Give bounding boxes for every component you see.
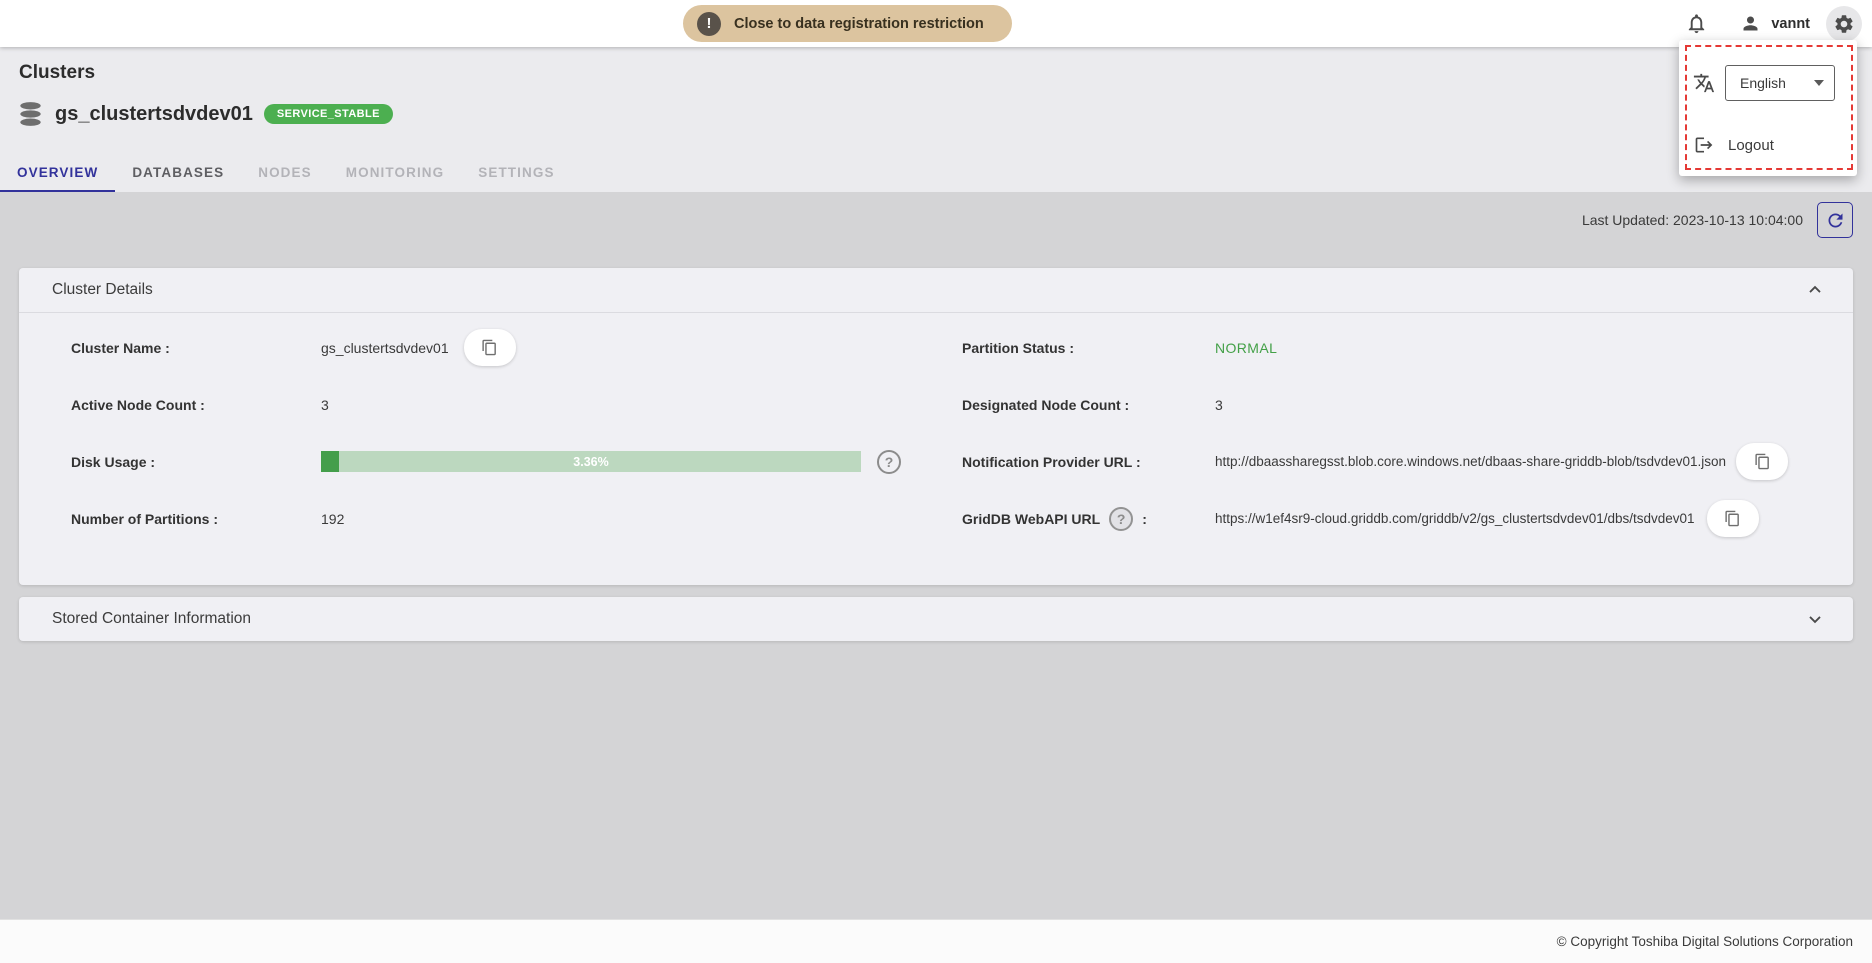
username-text: vannt (1771, 16, 1810, 32)
logout-label: Logout (1728, 137, 1774, 154)
field-active-node-count: Active Node Count : 3 (71, 376, 962, 433)
stored-container-title: Stored Container Information (52, 610, 251, 628)
copy-cluster-name-button[interactable] (464, 329, 516, 366)
help-icon[interactable]: ? (877, 450, 901, 474)
chevron-up-icon[interactable] (1805, 280, 1825, 300)
copy-icon (1724, 510, 1741, 527)
chevron-down-icon[interactable] (1805, 609, 1825, 629)
copy-icon (481, 339, 498, 356)
settings-menu-button[interactable] (1826, 6, 1862, 42)
last-updated-row: Last Updated: 2023-10-13 10:04:00 (1582, 202, 1853, 238)
top-bar: ! Close to data registration restriction… (0, 0, 1872, 47)
warning-banner-text: Close to data registration restriction (734, 16, 984, 32)
bell-icon (1685, 12, 1708, 35)
webapi-url-label: GridDB WebAPI URL (962, 511, 1100, 527)
partitions-value: 192 (321, 511, 344, 527)
cluster-name-label: Cluster Name : (71, 340, 321, 356)
cluster-details-panel: Cluster Details Cluster Name : gs_cluste… (19, 268, 1853, 585)
tab-databases[interactable]: DATABASES (115, 155, 241, 192)
alert-icon: ! (697, 12, 721, 36)
partition-status-label: Partition Status : (962, 340, 1215, 356)
details-column-left: Cluster Name : gs_clustertsdvdev01 Activ… (71, 319, 962, 547)
copy-notification-url-button[interactable] (1736, 443, 1788, 480)
cluster-details-title: Cluster Details (52, 281, 153, 299)
field-partition-status: Partition Status : NORMAL (962, 319, 1827, 376)
designated-node-count-value: 3 (1215, 397, 1223, 413)
stored-container-panel: Stored Container Information (19, 597, 1853, 641)
logout-menu-item[interactable]: Logout (1694, 135, 1774, 155)
webapi-url-value: https://w1ef4sr9-cloud.griddb.com/griddb… (1215, 511, 1695, 526)
disk-usage-bar: 3.36% (321, 451, 861, 472)
active-node-count-value: 3 (321, 397, 329, 413)
cluster-details-header[interactable]: Cluster Details (19, 268, 1853, 312)
warning-banner: ! Close to data registration restriction (683, 5, 1012, 42)
tab-nodes: NODES (241, 155, 329, 192)
field-number-of-partitions: Number of Partitions : 192 (71, 490, 962, 547)
webapi-url-colon: : (1142, 511, 1147, 527)
copy-webapi-url-button[interactable] (1707, 500, 1759, 537)
cluster-title-row: gs_clustertsdvdev01 SERVICE_STABLE (17, 101, 393, 127)
help-icon[interactable]: ? (1109, 507, 1133, 531)
notification-url-label: Notification Provider URL : (962, 454, 1215, 470)
main-content: Last Updated: 2023-10-13 10:04:00 Cluste… (0, 192, 1872, 919)
webapi-url-label-group: GridDB WebAPI URL ? : (962, 507, 1215, 531)
language-row: English (1693, 65, 1835, 101)
user-account[interactable]: vannt (1740, 13, 1810, 34)
refresh-icon (1825, 210, 1846, 231)
last-updated-text: Last Updated: 2023-10-13 10:04:00 (1582, 212, 1803, 228)
tab-monitoring: MONITORING (329, 155, 462, 192)
field-webapi-url: GridDB WebAPI URL ? : https://w1ef4sr9-c… (962, 490, 1827, 547)
active-node-count-label: Active Node Count : (71, 397, 321, 413)
logout-icon (1694, 135, 1714, 155)
cluster-name-value: gs_clustertsdvdev01 (321, 340, 449, 356)
disk-usage-percent-text: 3.36% (321, 451, 861, 472)
settings-dropdown-menu: English Logout (1679, 40, 1857, 176)
cluster-name-heading: gs_clustertsdvdev01 (55, 103, 253, 126)
field-designated-node-count: Designated Node Count : 3 (962, 376, 1827, 433)
disk-usage-label: Disk Usage : (71, 454, 321, 470)
field-notification-url: Notification Provider URL : http://dbaas… (962, 433, 1827, 490)
page-title: Clusters (19, 62, 95, 84)
tab-settings: SETTINGS (461, 155, 571, 192)
language-select[interactable]: English (1725, 65, 1835, 101)
details-column-right: Partition Status : NORMAL Designated Nod… (962, 319, 1827, 547)
page-header: Clusters gs_clustertsdvdev01 SERVICE_STA… (0, 47, 1872, 192)
language-select-value: English (1740, 75, 1814, 91)
copyright-text: © Copyright Toshiba Digital Solutions Co… (1557, 920, 1853, 963)
footer: © Copyright Toshiba Digital Solutions Co… (0, 919, 1872, 963)
cluster-details-fields: Cluster Name : gs_clustertsdvdev01 Activ… (19, 313, 1853, 547)
database-icon (17, 101, 44, 127)
field-cluster-name: Cluster Name : gs_clustertsdvdev01 (71, 319, 962, 376)
notification-url-value: http://dbaassharegsst.blob.core.windows.… (1215, 454, 1726, 469)
designated-node-count-label: Designated Node Count : (962, 397, 1215, 413)
gear-icon (1833, 13, 1855, 35)
refresh-button[interactable] (1817, 202, 1853, 238)
field-disk-usage: Disk Usage : 3.36% ? (71, 433, 962, 490)
tab-overview[interactable]: OVERVIEW (0, 155, 115, 192)
tabs: OVERVIEWDATABASESNODESMONITORINGSETTINGS (0, 155, 572, 192)
partitions-label: Number of Partitions : (71, 511, 321, 527)
partition-status-value: NORMAL (1215, 340, 1277, 356)
translate-icon (1693, 72, 1715, 94)
copy-icon (1754, 453, 1771, 470)
status-badge: SERVICE_STABLE (264, 104, 393, 124)
stored-container-header[interactable]: Stored Container Information (19, 597, 1853, 641)
person-icon (1740, 13, 1761, 34)
notifications-button[interactable] (1678, 6, 1714, 42)
caret-down-icon (1814, 80, 1824, 86)
